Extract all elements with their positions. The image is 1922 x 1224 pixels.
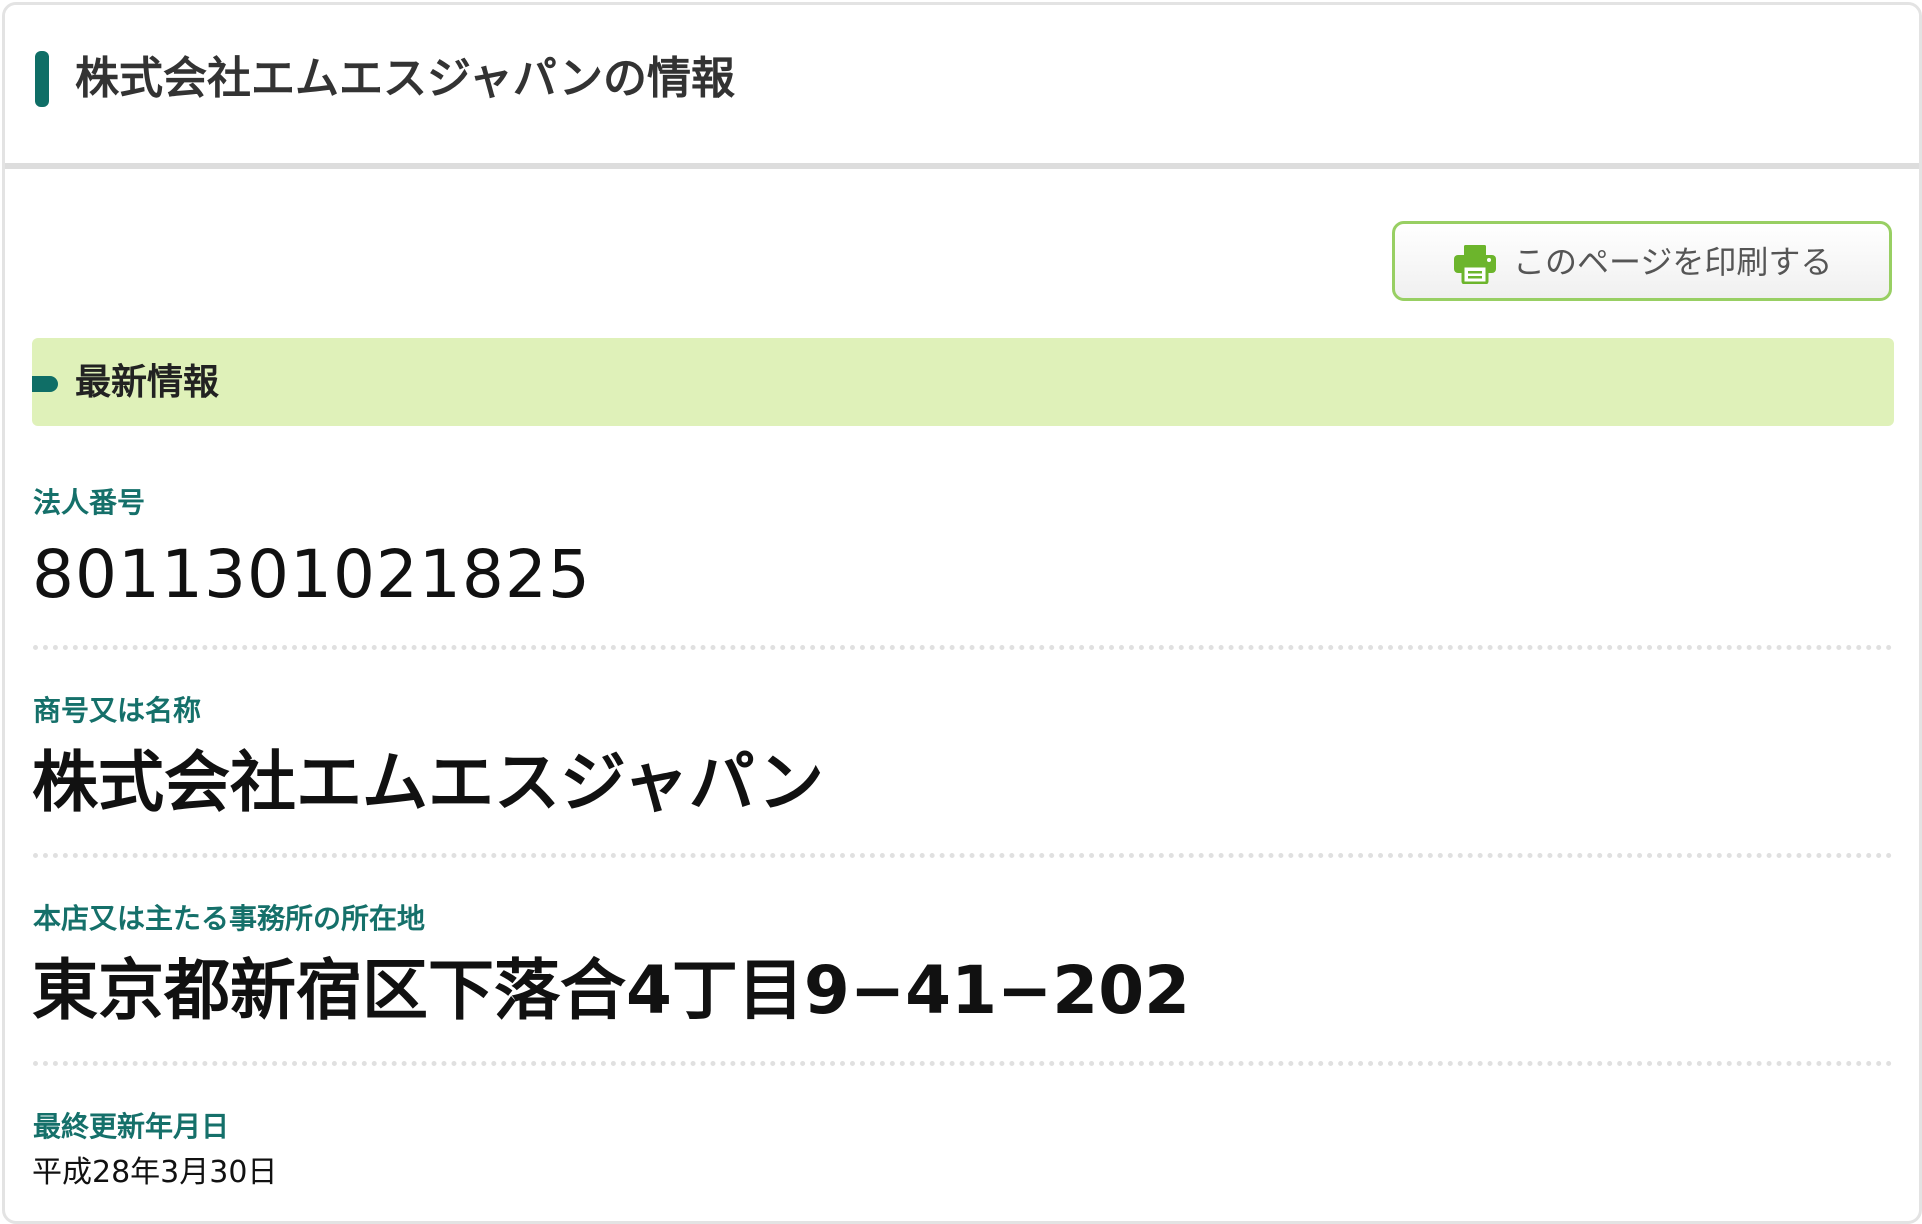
printer-icon [1454,245,1496,284]
header-accent-bar [35,51,49,107]
latest-info-section-header: 最新情報 [32,338,1894,426]
print-button-label: このページを印刷する [1513,243,1833,281]
field-divider [33,1061,1893,1066]
trade-name-value: 株式会社エムエスジャパン [32,744,824,821]
field-divider [33,645,1893,650]
last-updated-label: 最終更新年月日 [33,1110,230,1143]
page-header: 株式会社エムエスジャパンの情報 [5,5,1919,169]
last-updated-value: 平成28年3月30日 [32,1155,278,1190]
corporate-number-value: 8011301021825 [32,536,591,613]
print-page-button[interactable]: このページを印刷する [1392,221,1892,301]
address-value: 東京都新宿区下落合4丁目9−41−202 [32,952,1191,1029]
corporate-number-label: 法人番号 [33,486,146,519]
field-divider [33,853,1893,858]
section-title: 最新情報 [75,362,220,403]
corporate-info-panel: 株式会社エムエスジャパンの情報 このページを印刷する 最新情報 法人番号 801… [2,2,1922,1224]
section-marker [32,376,58,392]
page-title: 株式会社エムエスジャパンの情報 [75,53,735,104]
trade-name-label: 商号又は名称 [33,694,202,727]
address-label: 本店又は主たる事務所の所在地 [33,902,426,935]
